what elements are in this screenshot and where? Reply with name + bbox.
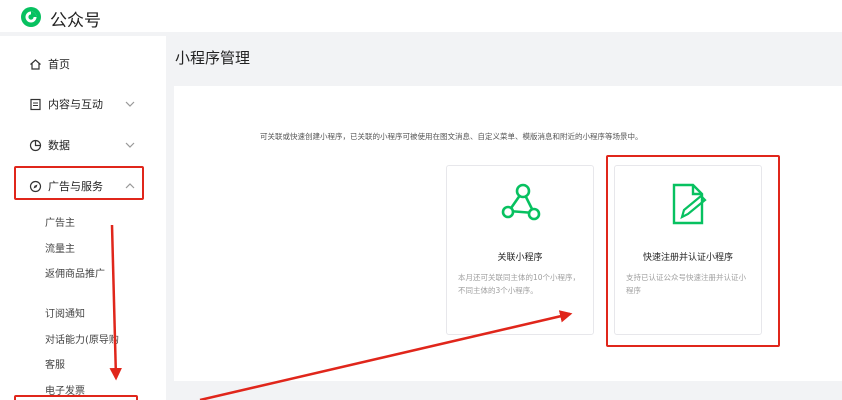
main-content: 小程序管理 可关联或快速创建小程序，已关联的小程序可被使用在图文消息、自定义菜单…	[166, 36, 842, 400]
sidebar-item-label: 数据	[48, 139, 70, 152]
chevron-down-icon	[125, 142, 135, 148]
quick-register-card[interactable]: 快速注册并认证小程序 支持已认证公众号快速注册并认证小程序	[614, 165, 762, 335]
sidebar-subitem-e-invoice[interactable]: 电子发票	[45, 382, 85, 397]
sidebar-item-ads-services[interactable]: 广告与服务	[14, 171, 144, 201]
document-icon	[28, 97, 42, 111]
sidebar-item-content[interactable]: 内容与互动	[14, 89, 144, 119]
card-description: 本月还可关联同主体的10个小程序，不同主体的3个小程序。	[458, 273, 581, 295]
home-icon	[28, 57, 42, 71]
share-nodes-icon	[501, 183, 541, 221]
sidebar-subitem-commission-promotion[interactable]: 返佣商品推广	[45, 265, 105, 280]
edit-document-icon	[672, 183, 707, 225]
page-title: 小程序管理	[175, 49, 251, 67]
chevron-up-icon	[125, 183, 135, 189]
card-title: 关联小程序	[497, 253, 543, 263]
wechat-official-account-icon	[21, 7, 41, 27]
sidebar-item-label: 内容与互动	[48, 98, 103, 111]
sidebar-item-home[interactable]: 首页	[14, 49, 144, 79]
sidebar-subitem-traffic-owner[interactable]: 流量主	[45, 240, 75, 255]
compass-icon	[28, 179, 42, 193]
card-title: 快速注册并认证小程序	[642, 253, 733, 263]
sidebar-subitem-subscription-notice[interactable]: 订阅通知	[45, 305, 85, 320]
card-description: 支持已认证公众号快速注册并认证小程序	[626, 273, 746, 295]
sidebar: 首页 内容与互动 数据 广告与服务 广告主 流量主 返佣商品推广 订阅通知 对话…	[0, 36, 166, 400]
chevron-down-icon	[125, 101, 135, 107]
link-mini-program-card[interactable]: 关联小程序 本月还可关联同主体的10个小程序，不同主体的3个小程序。	[446, 165, 594, 335]
sidebar-item-label: 广告与服务	[48, 180, 103, 193]
sidebar-subitem-advertiser[interactable]: 广告主	[45, 214, 75, 229]
panel-description: 可关联或快速创建小程序，已关联的小程序可被使用在图文消息、自定义菜单、模版消息和…	[260, 132, 643, 141]
top-bar: 公众号	[0, 0, 842, 32]
sidebar-item-label: 首页	[48, 58, 70, 71]
pie-chart-icon	[28, 138, 42, 152]
sidebar-item-data[interactable]: 数据	[14, 130, 144, 160]
mini-program-panel: 可关联或快速创建小程序，已关联的小程序可被使用在图文消息、自定义菜单、模版消息和…	[174, 86, 842, 381]
sidebar-subitem-customer-service[interactable]: 客服	[45, 356, 65, 371]
sidebar-subitem-conversation[interactable]: 对话能力(原导购	[45, 331, 119, 346]
brand-name: 公众号	[50, 11, 101, 31]
